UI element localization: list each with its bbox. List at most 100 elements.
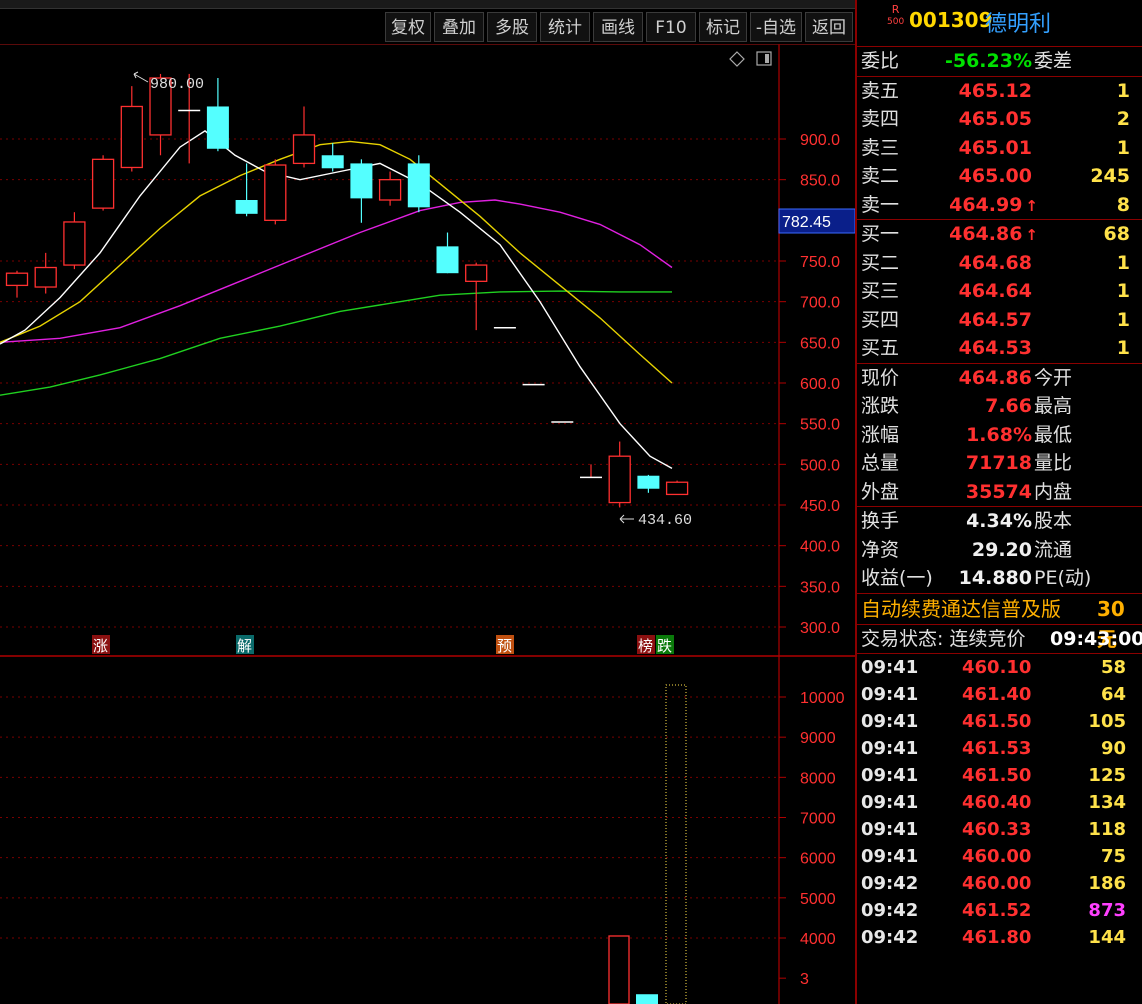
stat-label-2: PE(动) bbox=[1034, 567, 1092, 589]
volume-tick-label: 8000 bbox=[800, 770, 836, 787]
low-pointer-icon bbox=[619, 514, 634, 524]
sell-level-row[interactable]: 卖四 465.05 2 bbox=[857, 105, 1142, 134]
kline-chart[interactable]: 900.0 850.0 750.0 700.0 650.0 600.0 550.0 500.0… bbox=[0, 44, 855, 1004]
buy-orders: 买一 464.86 ↑ 68 买二 464.68 1 买三 464.64 1 买四 46… bbox=[857, 220, 1142, 364]
tick-volume: 873 bbox=[1088, 899, 1126, 921]
tick-price: 461.52 bbox=[962, 899, 1032, 921]
tick-price: 460.33 bbox=[962, 818, 1032, 840]
buy-level-row[interactable]: 买二 464.68 1 bbox=[857, 249, 1142, 278]
tick-row[interactable]: 09:41 460.10 58 bbox=[857, 654, 1142, 681]
tick-row[interactable]: 09:42 460.00 186 bbox=[857, 870, 1142, 897]
order-volume: 1 bbox=[1116, 136, 1130, 159]
up-arrow-icon: ↑ bbox=[1025, 226, 1038, 244]
sell-level-row[interactable]: 卖三 465.01 1 bbox=[857, 134, 1142, 163]
volume-tick-label: 10000 bbox=[800, 690, 845, 707]
ad-text[interactable]: 自动续费通达信普及版 bbox=[861, 597, 1061, 621]
multi-stock-button[interactable]: 多股 bbox=[487, 12, 537, 42]
mark-button[interactable]: 标记 bbox=[699, 12, 747, 42]
overlay-button[interactable]: 叠加 bbox=[434, 12, 484, 42]
order-volume: 1 bbox=[1116, 337, 1130, 359]
price-grid: 900.0 850.0 750.0 700.0 650.0 600.0 550.0 500.0… bbox=[0, 132, 840, 637]
stock-name[interactable]: 德明利 bbox=[985, 6, 1051, 38]
order-price: 465.00 bbox=[958, 165, 1032, 187]
tick-row[interactable]: 09:41 461.50 125 bbox=[857, 762, 1142, 789]
order-volume: 1 bbox=[1116, 308, 1130, 331]
candle bbox=[34, 252, 57, 294]
fundamentals: 换手 4.34% 股本 净资 29.20 流通 收益(一) 14.880 PE(动) bbox=[857, 507, 1142, 594]
high-pointer-icon bbox=[133, 71, 149, 83]
stat-value: 14.880 bbox=[958, 567, 1032, 589]
order-price: 465.05 bbox=[958, 108, 1032, 130]
stat-label: 总量 bbox=[861, 452, 900, 474]
weibi-row: 委比 -56.23% 委差 bbox=[857, 47, 1142, 77]
buy-level-row[interactable]: 买四 464.57 1 bbox=[857, 306, 1142, 335]
restore-rights-button[interactable]: 复权 bbox=[385, 12, 431, 42]
statistics-button[interactable]: 统计 bbox=[540, 12, 590, 42]
tick-volume: 64 bbox=[1100, 683, 1126, 705]
signal-yu[interactable]: 预 bbox=[497, 637, 512, 655]
candle bbox=[350, 159, 373, 223]
quote-stat-row: 涨幅 1.68% 最低 bbox=[857, 421, 1142, 450]
volume-bar bbox=[636, 994, 658, 1004]
stat-value: 35574 bbox=[965, 480, 1032, 503]
quote-stat-row: 总量 71718 量比 bbox=[857, 449, 1142, 478]
signal-bang[interactable]: 榜 bbox=[638, 637, 653, 655]
candle bbox=[120, 86, 143, 172]
order-price: 464.64 bbox=[958, 280, 1032, 302]
signal-jie[interactable]: 解 bbox=[237, 637, 252, 655]
sell-level-row[interactable]: 卖一 464.99 ↑ 8 bbox=[857, 191, 1142, 220]
stat-label: 外盘 bbox=[861, 480, 900, 503]
tick-time: 09:41 bbox=[861, 791, 919, 813]
tick-time: 09:42 bbox=[861, 926, 919, 948]
stat-label-2: 最低 bbox=[1034, 423, 1073, 446]
sell-level-row[interactable]: 卖五 465.12 1 bbox=[857, 77, 1142, 106]
tick-row[interactable]: 09:42 461.80 144 bbox=[857, 924, 1142, 951]
trade-state: 交易状态: 连续竞价 09:43:00 bbox=[857, 625, 1142, 654]
tick-time: 09:41 bbox=[861, 737, 919, 759]
stat-value: 29.20 bbox=[971, 538, 1032, 561]
order-volume: 1 bbox=[1116, 251, 1130, 274]
back-button[interactable]: 返回 bbox=[805, 12, 853, 42]
order-label: 买二 bbox=[861, 251, 900, 274]
volume-tick-label: 3 bbox=[800, 971, 809, 988]
sell-orders: 卖五 465.12 1 卖四 465.05 2 卖三 465.01 1 卖二 465.… bbox=[857, 77, 1142, 220]
tick-row[interactable]: 09:41 461.40 64 bbox=[857, 681, 1142, 708]
diamond-icon[interactable] bbox=[729, 51, 745, 67]
candle bbox=[235, 163, 258, 217]
tick-row[interactable]: 09:41 461.53 90 bbox=[857, 735, 1142, 762]
buy-level-row[interactable]: 买三 464.64 1 bbox=[857, 277, 1142, 306]
stat-label: 涨幅 bbox=[861, 423, 900, 446]
signal-zhang[interactable]: 涨 bbox=[93, 637, 108, 655]
signal-markers[interactable]: 涨 解 预 榜 跌 bbox=[92, 635, 674, 655]
stat-label: 涨跌 bbox=[861, 395, 900, 417]
tick-row[interactable]: 09:42 461.52 873 bbox=[857, 897, 1142, 924]
candle bbox=[665, 480, 689, 496]
tick-time: 09:42 bbox=[861, 899, 919, 921]
order-price: 465.12 bbox=[958, 79, 1032, 102]
tick-row[interactable]: 09:41 460.00 75 bbox=[857, 843, 1142, 870]
tick-row[interactable]: 09:41 461.50 105 bbox=[857, 708, 1142, 735]
candle bbox=[292, 106, 316, 168]
tick-time: 09:41 bbox=[861, 818, 919, 840]
panel-toggle-icon[interactable] bbox=[756, 51, 772, 66]
stat-label-2: 股本 bbox=[1034, 510, 1073, 532]
f10-button[interactable]: F10 bbox=[646, 12, 696, 42]
weibi-label: 委比 bbox=[861, 50, 900, 72]
tick-row[interactable]: 09:41 460.40 134 bbox=[857, 789, 1142, 816]
volume-tick-label: 6000 bbox=[800, 851, 836, 868]
tick-time: 09:41 bbox=[861, 710, 919, 732]
tick-row[interactable]: 09:41 460.33 118 bbox=[857, 816, 1142, 843]
remove-watchlist-button[interactable]: -自选 bbox=[750, 12, 802, 42]
tick-time: 09:41 bbox=[861, 845, 919, 867]
signal-die[interactable]: 跌 bbox=[657, 637, 672, 655]
price-tick-label: 400.0 bbox=[800, 539, 840, 556]
order-price: 464.57 bbox=[958, 308, 1032, 331]
ad-banner[interactable]: 自动续费通达信普及版 30元 bbox=[857, 594, 1142, 651]
low-price-label: 434.60 bbox=[638, 512, 692, 529]
buy-level-row[interactable]: 买一 464.86 ↑ 68 bbox=[857, 220, 1142, 249]
sell-level-row[interactable]: 卖二 465.00 245 bbox=[857, 162, 1142, 191]
tick-list[interactable]: 09:41 460.10 58 09:41 461.40 64 09:41 461.… bbox=[857, 654, 1142, 951]
buy-level-row[interactable]: 买五 464.53 1 bbox=[857, 334, 1142, 363]
ma60-line bbox=[0, 290, 672, 396]
draw-line-button[interactable]: 画线 bbox=[593, 12, 643, 42]
